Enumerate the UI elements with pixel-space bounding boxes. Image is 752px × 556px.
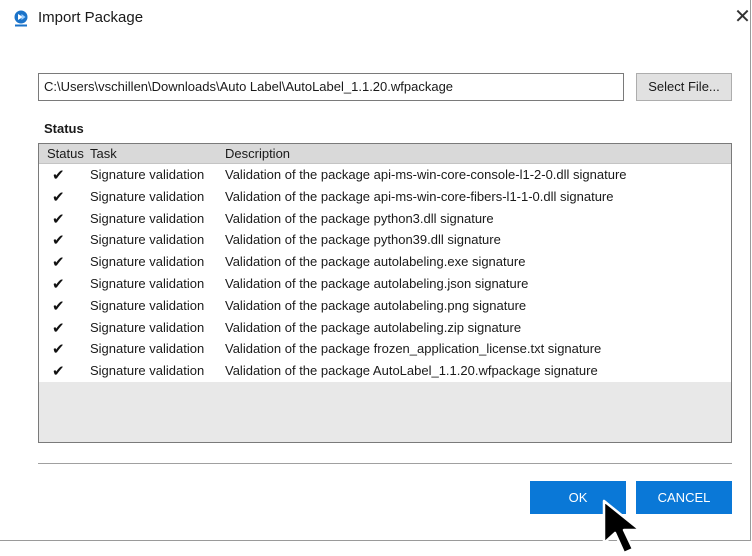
select-file-button[interactable]: Select File... xyxy=(636,73,732,101)
task-cell: Signature validation xyxy=(90,275,205,291)
column-header-status[interactable]: Status xyxy=(47,146,84,161)
description-cell: Validation of the package python3.dll si… xyxy=(225,210,494,226)
table-row[interactable]: ✔ Signature validation Validation of the… xyxy=(39,317,731,339)
checkmark-icon: ✔ xyxy=(52,254,65,272)
task-cell: Signature validation xyxy=(90,167,205,182)
task-cell: Signature validation xyxy=(90,210,205,226)
status-table-header: Status Task Description xyxy=(39,144,731,164)
window-title: Import Package xyxy=(38,9,144,26)
task-cell: Signature validation xyxy=(90,363,205,379)
checkmark-icon: ✔ xyxy=(52,297,65,315)
description-cell: Validation of the package autolabeling.z… xyxy=(225,319,522,335)
column-header-task[interactable]: Task xyxy=(90,146,117,161)
status-section-label: Status xyxy=(44,121,84,136)
checkmark-icon: ✔ xyxy=(52,275,65,293)
description-cell: Validation of the package frozen_applica… xyxy=(225,341,602,357)
table-row[interactable]: ✔ Signature validation Validation of the… xyxy=(39,273,731,295)
table-row[interactable]: ✔ Signature validation Validation of the… xyxy=(39,229,731,251)
checkmark-icon: ✔ xyxy=(52,167,65,184)
task-cell: Signature validation xyxy=(90,232,205,248)
import-package-dialog: Import Package ✕ C:\Users\vschillen\Down… xyxy=(0,0,752,556)
table-row[interactable]: ✔ Signature validation Validation of the… xyxy=(39,208,731,230)
close-icon[interactable]: ✕ xyxy=(733,5,752,29)
task-cell: Signature validation xyxy=(90,254,205,270)
checkmark-icon: ✔ xyxy=(52,232,65,250)
checkmark-icon: ✔ xyxy=(52,210,65,228)
task-cell: Signature validation xyxy=(90,341,205,357)
title-bar[interactable]: Import Package ✕ xyxy=(0,0,752,38)
table-row[interactable]: ✔ Signature validation Validation of the… xyxy=(39,251,731,273)
description-cell: Validation of the package api-ms-win-cor… xyxy=(225,167,627,182)
column-header-description[interactable]: Description xyxy=(225,146,290,161)
task-cell: Signature validation xyxy=(90,297,205,313)
checkmark-icon: ✔ xyxy=(52,188,65,206)
table-row[interactable]: ✔ Signature validation Validation of the… xyxy=(39,164,731,186)
description-cell: Validation of the package python39.dll s… xyxy=(225,232,501,248)
mouse-pointer-icon xyxy=(602,499,642,555)
task-cell: Signature validation xyxy=(90,188,205,204)
description-cell: Validation of the package api-ms-win-cor… xyxy=(225,188,614,204)
description-cell: Validation of the package autolabeling.p… xyxy=(225,297,527,313)
task-cell: Signature validation xyxy=(90,319,205,335)
table-row[interactable]: ✔ Signature validation Validation of the… xyxy=(39,338,731,360)
description-cell: Validation of the package autolabeling.e… xyxy=(225,254,526,270)
import-package-icon xyxy=(14,10,28,27)
status-table-rows: ✔ Signature validation Validation of the… xyxy=(39,164,731,382)
divider xyxy=(38,463,732,465)
package-path-field[interactable]: C:\Users\vschillen\Downloads\Auto Label\… xyxy=(38,73,624,101)
table-row[interactable]: ✔ Signature validation Validation of the… xyxy=(39,295,731,317)
checkmark-icon: ✔ xyxy=(52,363,65,381)
description-cell: Validation of the package AutoLabel_1.1.… xyxy=(225,363,598,379)
table-row[interactable]: ✔ Signature validation Validation of the… xyxy=(39,360,731,382)
checkmark-icon: ✔ xyxy=(52,319,65,337)
status-table[interactable]: Status Task Description ✔ Signature vali… xyxy=(38,143,732,443)
checkmark-icon: ✔ xyxy=(52,341,65,359)
description-cell: Validation of the package autolabeling.j… xyxy=(225,275,529,291)
table-row[interactable]: ✔ Signature validation Validation of the… xyxy=(39,186,731,208)
